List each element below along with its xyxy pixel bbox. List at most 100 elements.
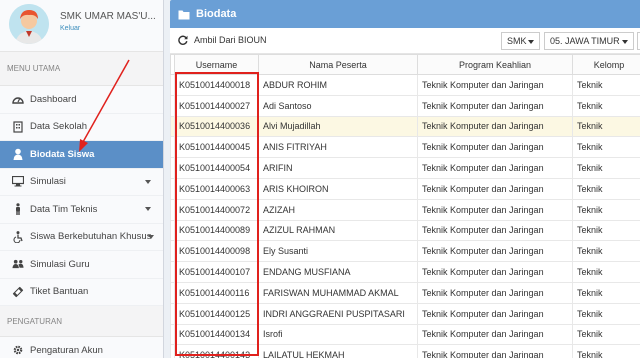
- sidebar-item-tiket-bantuan[interactable]: Tiket Bantuan: [0, 279, 163, 306]
- cell-program-keahlian: Teknik Komputer dan Jaringan: [417, 74, 573, 96]
- wheelchair-icon: [12, 230, 24, 243]
- toolbar: Ambil Dari BIOUN SMK 05. JAWA TIMUR: [170, 28, 640, 54]
- cell-username: K0510014400134: [174, 323, 259, 346]
- sidebar: SMK UMAR MAS'U... Keluar MENU UTAMA Dash…: [0, 0, 164, 358]
- cell-nama-peserta: FARISWAN MUHAMMAD AKMAL: [258, 281, 418, 304]
- cell-nama-peserta: LAILATUL HEKMAH: [258, 344, 418, 358]
- cell-username: K0510014400116: [174, 281, 259, 304]
- box-header: Biodata: [170, 0, 640, 28]
- region-select[interactable]: 05. JAWA TIMUR: [544, 32, 634, 50]
- cell-kelompok: Teknik: [572, 344, 640, 358]
- chevron-down-icon: [622, 40, 628, 44]
- table-row[interactable]: K0510014400125 INDRI ANGGRAENI PUSPITASAR…: [170, 302, 640, 325]
- sidebar-item-data-tim-teknis[interactable]: Data Tim Teknis: [0, 196, 163, 224]
- sidebar-item-label: Dashboard: [30, 93, 77, 105]
- chevron-down-icon: [145, 179, 151, 184]
- cell-kelompok: Teknik: [572, 219, 640, 242]
- table-row[interactable]: K0510014400089 AZIZUL RAHMAN Teknik Komput…: [170, 219, 640, 242]
- user-icon: [12, 148, 24, 161]
- building-icon: [12, 121, 24, 133]
- fetch-bioun-label: Ambil Dari BIOUN: [194, 35, 267, 45]
- sidebar-item-simulasi[interactable]: Simulasi: [0, 169, 163, 196]
- cell-nama-peserta: AZIZUL RAHMAN: [258, 219, 418, 242]
- table-row[interactable]: K0510014400143 LAILATUL HEKMAH Teknik Komp…: [170, 344, 640, 358]
- table-row[interactable]: K0510014400027 Adi Santoso Teknik Komputer…: [170, 94, 640, 117]
- cell-username: K0510014400143: [174, 344, 259, 358]
- menu-header-settings: PENGATURAN: [0, 306, 163, 337]
- table-body: K0510014400018 ABDUR ROHIM Teknik Komputer…: [170, 74, 640, 358]
- cell-program-keahlian: Teknik Komputer dan Jaringan: [417, 157, 573, 179]
- sidebar-item-label: Data Tim Teknis: [30, 203, 98, 215]
- cell-kelompok: Teknik: [572, 323, 640, 346]
- table-row[interactable]: K0510014400036 Alvi Mujadillah Teknik Komp…: [170, 115, 640, 138]
- desktop-icon: [12, 176, 24, 188]
- table-row[interactable]: K0510014400063 ARIS KHOIRON Teknik Kompute…: [170, 177, 640, 200]
- cell-nama-peserta: Isrofi: [258, 323, 418, 346]
- cell-nama-peserta: ANIS FITRIYAH: [258, 136, 418, 159]
- cell-nama-peserta: ENDANG MUSFIANA: [258, 261, 418, 283]
- cell-nama-peserta: ARIFIN: [258, 157, 418, 179]
- table-row[interactable]: K0510014400098 Ely Susanti Teknik Komputer…: [170, 240, 640, 263]
- cell-nama-peserta: ABDUR ROHIM: [258, 74, 418, 96]
- table-row[interactable]: K0510014400116 FARISWAN MUHAMMAD AKMAL Tek…: [170, 281, 640, 304]
- gear-icon: [12, 344, 24, 356]
- cell-username: K0510014400063: [174, 177, 259, 200]
- column-header-kelompok[interactable]: Kelomp: [572, 54, 640, 75]
- column-header-username[interactable]: Username: [174, 54, 259, 75]
- dashboard-icon: [12, 93, 24, 105]
- page-title: Biodata: [196, 8, 237, 20]
- sidebar-item-biodata-siswa[interactable]: Biodata Siswa: [0, 141, 163, 169]
- column-header-program-keahlian[interactable]: Program Keahlian: [417, 54, 573, 75]
- table-row[interactable]: K0510014400054 ARIFIN Teknik Komputer dan …: [170, 157, 640, 179]
- cell-program-keahlian: Teknik Komputer dan Jaringan: [417, 281, 573, 304]
- sidebar-item-pengaturan-akun[interactable]: Pengaturan Akun: [0, 337, 163, 358]
- table-row[interactable]: K0510014400018 ABDUR ROHIM Teknik Komputer…: [170, 74, 640, 96]
- cell-username: K0510014400072: [174, 198, 259, 221]
- sidebar-item-label: Data Sekolah: [30, 121, 88, 133]
- cell-username: K0510014400125: [174, 302, 259, 325]
- fetch-bioun-button[interactable]: Ambil Dari BIOUN: [178, 35, 267, 45]
- avatar: [9, 4, 49, 44]
- sidebar-item-dashboard[interactable]: Dashboard: [0, 86, 163, 114]
- level-select[interactable]: SMK: [501, 32, 540, 50]
- sidebar-item-label: Tiket Bantuan: [30, 286, 89, 298]
- table-row[interactable]: K0510014400134 Isrofi Teknik Komputer dan …: [170, 323, 640, 346]
- sidebar-item-siswa-berkebutuhan-khusus[interactable]: Siswa Berkebutuhan Khusus: [0, 224, 163, 251]
- cell-program-keahlian: Teknik Komputer dan Jaringan: [417, 240, 573, 263]
- cell-username: K0510014400107: [174, 261, 259, 283]
- table-header-row: Username Nama Peserta Program Keahlian K…: [170, 54, 640, 75]
- table-row[interactable]: K0510014400107 ENDANG MUSFIANA Teknik Komp…: [170, 261, 640, 283]
- cell-kelompok: Teknik: [572, 157, 640, 179]
- cell-kelompok: Teknik: [572, 281, 640, 304]
- cell-nama-peserta: AZIZAH: [258, 198, 418, 221]
- cell-kelompok: Teknik: [572, 74, 640, 96]
- users-icon: [12, 258, 24, 270]
- cell-program-keahlian: Teknik Komputer dan Jaringan: [417, 136, 573, 159]
- cell-kelompok: Teknik: [572, 198, 640, 221]
- cell-username: K0510014400027: [174, 94, 259, 117]
- logout-link[interactable]: Keluar: [60, 25, 80, 32]
- column-header-nama-peserta[interactable]: Nama Peserta: [258, 54, 418, 75]
- cell-username: K0510014400018: [174, 74, 259, 96]
- table-row[interactable]: K0510014400045 ANIS FITRIYAH Teknik Komput…: [170, 136, 640, 159]
- cell-nama-peserta: Ely Susanti: [258, 240, 418, 263]
- sidebar-item-data-sekolah[interactable]: Data Sekolah: [0, 114, 163, 141]
- cell-nama-peserta: Alvi Mujadillah: [258, 115, 418, 138]
- sidebar-item-label: Simulasi Guru: [30, 258, 90, 270]
- chevron-down-icon: [148, 234, 154, 239]
- cell-program-keahlian: Teknik Komputer dan Jaringan: [417, 261, 573, 283]
- chevron-down-icon: [145, 207, 151, 211]
- cell-username: K0510014400036: [174, 115, 259, 138]
- cell-kelompok: Teknik: [572, 177, 640, 200]
- sidebar-item-label: Siswa Berkebutuhan Khusus: [30, 231, 152, 243]
- cell-program-keahlian: Teknik Komputer dan Jaringan: [417, 302, 573, 325]
- students-table: Username Nama Peserta Program Keahlian K…: [170, 54, 640, 358]
- cell-username: K0510014400054: [174, 157, 259, 179]
- cell-username: K0510014400045: [174, 136, 259, 159]
- menu-header-main: MENU UTAMA: [0, 52, 163, 86]
- table-row[interactable]: K0510014400072 AZIZAH Teknik Komputer dan …: [170, 198, 640, 221]
- cell-kelompok: Teknik: [572, 261, 640, 283]
- folder-icon: [178, 9, 190, 20]
- cell-program-keahlian: Teknik Komputer dan Jaringan: [417, 115, 573, 138]
- sidebar-item-simulasi-guru[interactable]: Simulasi Guru: [0, 251, 163, 279]
